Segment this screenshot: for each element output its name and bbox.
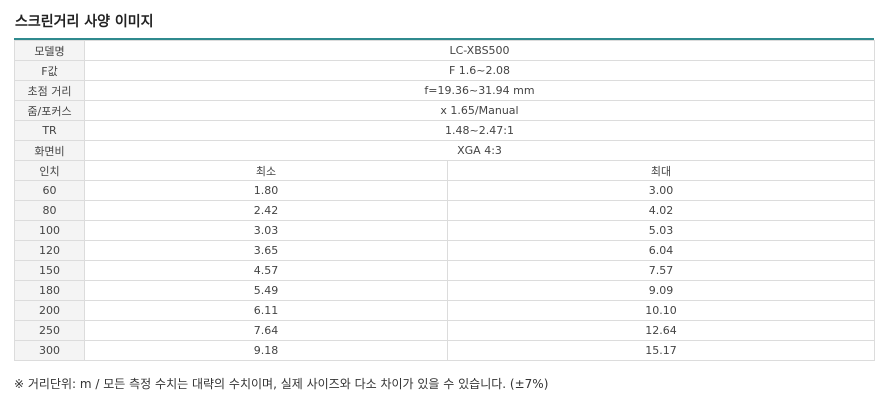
spec-label: F값 xyxy=(14,60,85,81)
max-distance-cell: 12.64 xyxy=(446,320,876,341)
table-row: 150 4.57 7.57 xyxy=(14,260,876,281)
spec-row: F값 F 1.6~2.08 xyxy=(14,60,876,81)
inch-cell: 200 xyxy=(14,300,85,321)
min-distance-cell: 1.80 xyxy=(84,180,448,201)
spec-label: 줌/포커스 xyxy=(14,100,85,121)
distance-header-cell: 인치 xyxy=(14,160,85,181)
spec-row: 모델명 LC-XBS500 xyxy=(14,40,876,61)
distance-header-row: 인치 최소 최대 xyxy=(14,160,876,181)
min-distance-cell: 3.03 xyxy=(84,220,448,241)
inch-cell: 80 xyxy=(14,200,85,221)
spec-row: 줌/포커스 x 1.65/Manual xyxy=(14,100,876,121)
spec-value: f=19.36~31.94 mm xyxy=(83,80,876,101)
spec-label: TR xyxy=(14,120,85,141)
spec-value: x 1.65/Manual xyxy=(83,100,876,121)
max-distance-cell: 7.57 xyxy=(446,260,876,281)
table-row: 200 6.11 10.10 xyxy=(14,300,876,321)
spec-table: 모델명 LC-XBS500 F값 F 1.6~2.08 초점 거리 f=19.36~31.… xyxy=(14,40,876,361)
section-title: 스크린거리 사양 이미지 xyxy=(14,0,874,40)
table-row: 80 2.42 4.02 xyxy=(14,200,876,221)
min-distance-cell: 7.64 xyxy=(84,320,448,341)
max-distance-cell: 15.17 xyxy=(446,340,876,361)
inch-cell: 300 xyxy=(14,340,85,361)
spec-value: F 1.6~2.08 xyxy=(83,60,876,81)
spec-row: 화면비 XGA 4:3 xyxy=(14,140,876,161)
spec-section: 스크린거리 사양 이미지 모델명 LC-XBS500 F값 F 1.6~2.08 초점 … xyxy=(14,0,876,361)
min-distance-cell: 6.11 xyxy=(84,300,448,321)
table-row: 300 9.18 15.17 xyxy=(14,340,876,361)
spec-value: 1.48~2.47:1 xyxy=(83,120,876,141)
min-distance-cell: 4.57 xyxy=(84,260,448,281)
max-distance-cell: 5.03 xyxy=(446,220,876,241)
table-row: 120 3.65 6.04 xyxy=(14,240,876,261)
spec-label: 모델명 xyxy=(14,40,85,61)
distance-header-cell: 최소 xyxy=(84,160,448,181)
max-distance-cell: 10.10 xyxy=(446,300,876,321)
inch-cell: 150 xyxy=(14,260,85,281)
inch-cell: 100 xyxy=(14,220,85,241)
spec-row: TR 1.48~2.47:1 xyxy=(14,120,876,141)
max-distance-cell: 9.09 xyxy=(446,280,876,301)
spec-table-body: 모델명 LC-XBS500 F값 F 1.6~2.08 초점 거리 f=19.36~31.… xyxy=(14,40,876,361)
inch-cell: 120 xyxy=(14,240,85,261)
spec-value: XGA 4:3 xyxy=(83,140,876,161)
inch-cell: 250 xyxy=(14,320,85,341)
spec-label: 화면비 xyxy=(14,140,85,161)
distance-header-cell: 최대 xyxy=(446,160,876,181)
max-distance-cell: 4.02 xyxy=(446,200,876,221)
min-distance-cell: 2.42 xyxy=(84,200,448,221)
table-row: 250 7.64 12.64 xyxy=(14,320,876,341)
spec-row: 초점 거리 f=19.36~31.94 mm xyxy=(14,80,876,101)
distance-note: ※ 거리단위: m / 모든 측정 수치는 대략의 수치이며, 실제 사이즈와 … xyxy=(14,377,549,391)
table-row: 60 1.80 3.00 xyxy=(14,180,876,201)
min-distance-cell: 3.65 xyxy=(84,240,448,261)
min-distance-cell: 9.18 xyxy=(84,340,448,361)
max-distance-cell: 3.00 xyxy=(446,180,876,201)
min-distance-cell: 5.49 xyxy=(84,280,448,301)
max-distance-cell: 6.04 xyxy=(446,240,876,261)
table-row: 100 3.03 5.03 xyxy=(14,220,876,241)
spec-label: 초점 거리 xyxy=(14,80,85,101)
table-row: 180 5.49 9.09 xyxy=(14,280,876,301)
spec-value: LC-XBS500 xyxy=(83,40,876,61)
inch-cell: 180 xyxy=(14,280,85,301)
inch-cell: 60 xyxy=(14,180,85,201)
